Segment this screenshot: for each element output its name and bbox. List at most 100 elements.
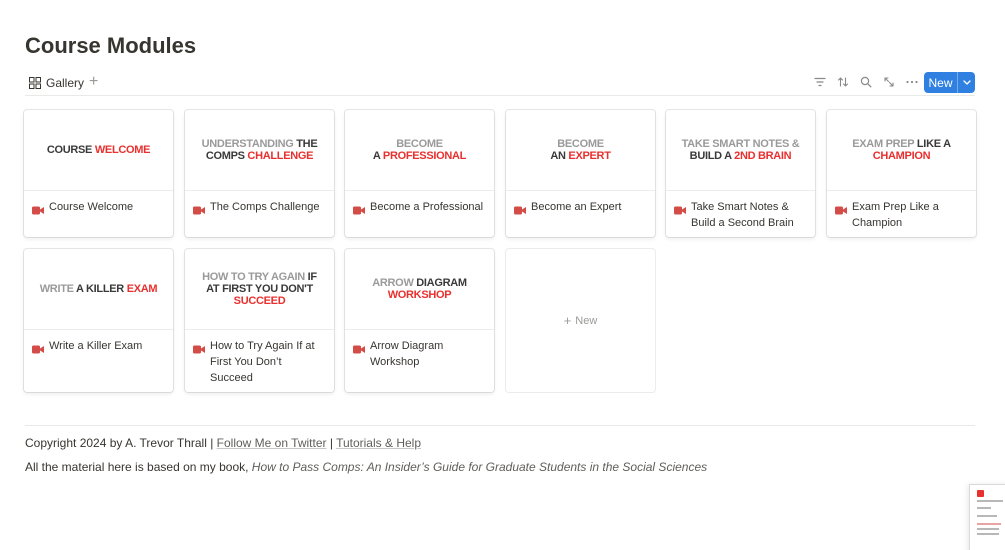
card-cover-image: UNDERSTANDING THE COMPS CHALLENGE (185, 110, 334, 191)
app-logo-icon (977, 490, 984, 497)
card-title[interactable]: Take Smart Notes & Build a Second Brain (691, 199, 807, 231)
preview-line (977, 528, 999, 530)
gallery-card[interactable]: HOW TO TRY AGAIN IF AT FIRST YOU DON'T SU… (185, 249, 334, 392)
cover-text: HOW TO TRY AGAIN IF AT FIRST YOU DON'T SU… (191, 271, 328, 307)
gallery-card[interactable]: ARROW DIAGRAM WORKSHOP Arrow Diagram Work… (345, 249, 494, 392)
new-button[interactable]: New (924, 72, 975, 93)
gallery-card[interactable]: UNDERSTANDING THE COMPS CHALLENGE The Comp… (185, 110, 334, 237)
cover-text-segment: COMPS (205, 150, 248, 162)
cover-text-segment: THE (296, 138, 318, 150)
card-title[interactable]: How to Try Again If at First You Don’t S… (210, 338, 326, 386)
cover-text: UNDERSTANDING THE COMPS CHALLENGE (202, 138, 318, 162)
video-camera-icon (32, 202, 44, 220)
footer-line-2: All the material here is based on my boo… (25, 460, 707, 474)
gallery-card[interactable]: EXAM PREP LIKE A CHAMPION Exam Prep Like … (827, 110, 976, 237)
separator: | (326, 436, 337, 450)
gallery-icon (29, 77, 41, 89)
card-cover-image: HOW TO TRY AGAIN IF AT FIRST YOU DON'T SU… (185, 249, 334, 330)
card-body: Become a Professional (345, 191, 494, 228)
cover-text-segment: TAKE SMART NOTES & (681, 138, 800, 150)
cover-text-segment: AT FIRST YOU DON'T (206, 283, 313, 295)
video-camera-icon (32, 341, 44, 359)
card-body: Course Welcome (24, 191, 173, 228)
preview-line (977, 515, 997, 517)
search-icon[interactable] (858, 74, 873, 90)
card-cover-image: BECOME AN EXPERT (506, 110, 655, 191)
cover-text-segment: ARROW (372, 277, 417, 289)
card-body: Exam Prep Like a Champion (827, 191, 976, 237)
cover-text-segment: COURSE (46, 144, 95, 156)
video-camera-icon (674, 202, 686, 220)
more-icon[interactable] (904, 74, 919, 90)
cover-text: TAKE SMART NOTES & BUILD A 2ND BRAIN (682, 138, 800, 162)
cover-text: WRITE A KILLER EXAM (40, 283, 158, 295)
cover-text-segment: A KILLER (76, 283, 127, 295)
database-toolbar: Gallery + New (25, 72, 975, 96)
gallery-card[interactable]: WRITE A KILLER EXAM Write a Killer Exam (24, 249, 173, 392)
preview-line (977, 507, 991, 509)
cover-text-segment: BECOME (396, 138, 443, 150)
cover-text-segment: WRITE (39, 283, 77, 295)
expand-icon[interactable] (881, 74, 896, 90)
card-cover-image: BECOME A PROFESSIONAL (345, 110, 494, 191)
cover-text-segment: WORKSHOP (387, 289, 452, 301)
card-title[interactable]: Write a Killer Exam (49, 338, 142, 354)
card-title[interactable]: Arrow Diagram Workshop (370, 338, 486, 370)
add-view-button[interactable]: + (89, 73, 98, 91)
new-card-label: New (575, 314, 598, 327)
card-cover-image: ARROW DIAGRAM WORKSHOP (345, 249, 494, 330)
chevron-down-icon[interactable] (958, 72, 975, 93)
card-title[interactable]: Become an Expert (531, 199, 622, 215)
cover-text-segment: BECOME (557, 138, 604, 150)
divider (25, 425, 975, 426)
card-title[interactable]: The Comps Challenge (210, 199, 319, 215)
cover-text-segment: 2ND BRAIN (734, 150, 792, 162)
preview-line (977, 533, 999, 535)
cover-text-segment: UNDERSTANDING (201, 138, 297, 150)
plus-icon: + (563, 313, 572, 328)
cover-text-segment: LIKE A (916, 138, 951, 150)
card-body: Arrow Diagram Workshop (345, 330, 494, 378)
video-camera-icon (193, 202, 205, 220)
cover-text-segment: EXAM PREP (852, 138, 917, 150)
cover-text-segment: A (372, 150, 383, 162)
preview-line (977, 500, 1003, 502)
twitter-link[interactable]: Follow Me on Twitter (217, 436, 327, 450)
cover-text-segment: DIAGRAM (416, 277, 467, 289)
footer-line-1: Copyright 2024 by A. Trevor Thrall | Fol… (25, 436, 421, 450)
card-cover-image: TAKE SMART NOTES & BUILD A 2ND BRAIN (666, 110, 815, 191)
card-body: How to Try Again If at First You Don’t S… (185, 330, 334, 392)
cover-text: EXAM PREP LIKE A CHAMPION (833, 138, 970, 162)
new-button-label[interactable]: New (924, 72, 958, 93)
cover-text-segment: SUCCEED (233, 295, 286, 307)
sort-icon[interactable] (835, 74, 850, 90)
card-body: Become an Expert (506, 191, 655, 228)
card-title[interactable]: Become a Professional (370, 199, 483, 215)
card-cover-image: COURSE WELCOME (24, 110, 173, 191)
gallery-card[interactable]: BECOME A PROFESSIONAL Become a Professiona… (345, 110, 494, 237)
card-title[interactable]: Course Welcome (49, 199, 133, 215)
cover-text: BECOME A PROFESSIONAL (373, 138, 466, 162)
video-camera-icon (193, 341, 205, 359)
cover-text: BECOME AN EXPERT (550, 138, 611, 162)
new-card-button[interactable]: + New (506, 249, 655, 392)
cover-text-segment: PROFESSIONAL (382, 150, 467, 162)
filter-icon[interactable] (812, 74, 827, 90)
card-cover-image: EXAM PREP LIKE A CHAMPION (827, 110, 976, 191)
tab-gallery-label: Gallery (46, 76, 85, 90)
tab-gallery[interactable]: Gallery (29, 72, 84, 94)
cover-text-segment: AN (550, 150, 569, 162)
gallery-card[interactable]: BECOME AN EXPERT Become an Expert (506, 110, 655, 237)
cover-text: ARROW DIAGRAM WORKSHOP (351, 277, 488, 301)
gallery-card[interactable]: COURSE WELCOME Course Welcome (24, 110, 173, 237)
tutorials-link[interactable]: Tutorials & Help (336, 436, 421, 450)
page-title: Course Modules (25, 33, 197, 58)
cover-text-segment: BUILD A (689, 150, 735, 162)
book-title: How to Pass Comps: An Insider’s Guide fo… (251, 460, 708, 474)
cover-text: COURSE WELCOME (46, 144, 151, 156)
cover-text-segment: CHAMPION (872, 150, 931, 162)
card-title[interactable]: Exam Prep Like a Champion (852, 199, 968, 231)
page-preview-thumbnail[interactable] (970, 485, 1005, 550)
book-intro-text: All the material here is based on my boo… (25, 460, 252, 474)
gallery-card[interactable]: TAKE SMART NOTES & BUILD A 2ND BRAIN Take … (666, 110, 815, 237)
